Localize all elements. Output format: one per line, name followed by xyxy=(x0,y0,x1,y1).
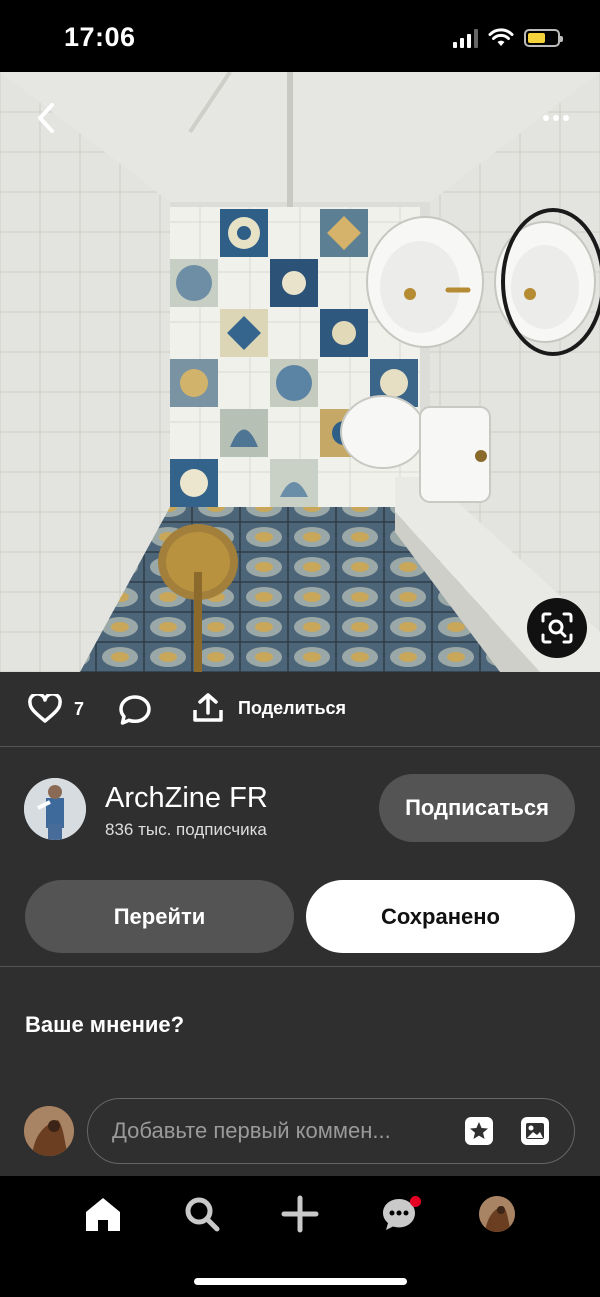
home-icon xyxy=(86,1198,120,1231)
bottom-tab-bar xyxy=(0,1176,600,1297)
heart-icon xyxy=(28,694,62,723)
creator-avatar[interactable] xyxy=(24,778,86,840)
pin-image[interactable] xyxy=(0,72,600,672)
home-indicator xyxy=(194,1278,407,1285)
bathroom-illustration xyxy=(0,72,600,672)
status-bar: 17:06 xyxy=(0,0,600,72)
saved-button[interactable]: Сохранено xyxy=(306,880,575,953)
creator-followers: 836 тыс. подписчика xyxy=(105,820,267,839)
user-avatar xyxy=(24,1106,74,1156)
more-dots-icon xyxy=(543,115,549,121)
follow-button[interactable]: Подписаться xyxy=(379,774,575,842)
tab-create[interactable] xyxy=(278,1192,322,1236)
back-chevron-icon xyxy=(38,103,54,133)
creator-name[interactable]: ArchZine FR xyxy=(105,782,268,815)
profile-avatar xyxy=(479,1196,515,1232)
wifi-icon xyxy=(488,28,514,46)
share-upload-icon xyxy=(193,693,223,722)
image-icon xyxy=(521,1117,549,1145)
sticker-button[interactable] xyxy=(464,1116,494,1146)
comment-bubble-icon xyxy=(119,695,151,725)
plus-icon xyxy=(281,1195,319,1233)
pin-actions-row: 7 Поделиться xyxy=(0,672,600,746)
visual-search-icon xyxy=(541,612,573,644)
visual-search-button[interactable] xyxy=(527,598,587,658)
visit-button[interactable]: Перейти xyxy=(25,880,294,953)
divider xyxy=(0,966,600,967)
sticker-icon xyxy=(465,1117,493,1145)
more-options-button[interactable] xyxy=(538,104,574,132)
tab-home[interactable] xyxy=(81,1192,125,1236)
image-button[interactable] xyxy=(520,1116,550,1146)
comment-box xyxy=(87,1098,575,1164)
pin-details-panel: 7 Поделиться ArchZine FR 836 тыс. подпис… xyxy=(0,672,600,1176)
cellular-signal-icon xyxy=(453,28,478,48)
search-icon xyxy=(185,1197,220,1232)
divider xyxy=(0,746,600,747)
comment-button[interactable] xyxy=(118,694,152,731)
status-icons xyxy=(453,28,563,48)
share-label: Поделиться xyxy=(238,697,347,718)
tab-search[interactable] xyxy=(180,1192,224,1236)
status-time: 17:06 xyxy=(64,22,136,52)
tab-messages[interactable] xyxy=(377,1192,421,1236)
comments-heading: Ваше мнение? xyxy=(25,1012,185,1037)
like-count: 7 xyxy=(74,698,85,719)
back-button[interactable] xyxy=(28,98,64,138)
notification-dot xyxy=(410,1196,421,1207)
battery-icon xyxy=(524,29,563,47)
like-button[interactable]: 7 xyxy=(28,694,84,724)
creator-row: ArchZine FR 836 тыс. подписчика Подписат… xyxy=(0,772,600,844)
share-button[interactable]: Поделиться xyxy=(192,692,346,724)
comment-input[interactable] xyxy=(110,1117,444,1145)
tab-profile[interactable] xyxy=(475,1192,519,1236)
